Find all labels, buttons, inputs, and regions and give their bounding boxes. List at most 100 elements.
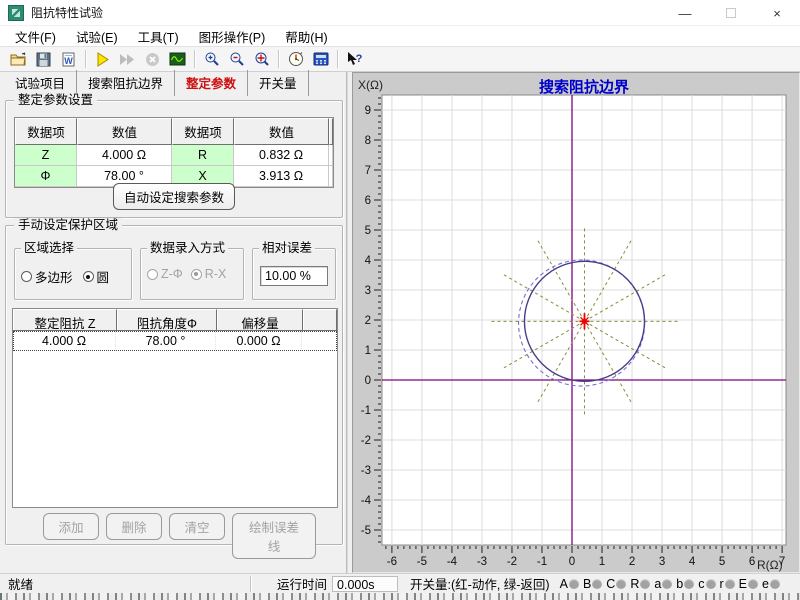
zones-table-body[interactable]: 4.000 Ω 78.00 ° 0.000 Ω: [12, 330, 338, 508]
svg-text:1: 1: [365, 345, 371, 357]
col-header: 数据项: [15, 118, 77, 145]
timer-icon[interactable]: [283, 48, 308, 70]
svg-text:5: 5: [365, 225, 371, 237]
zone-angle: 78.00 °: [116, 331, 216, 351]
open-icon[interactable]: [6, 48, 31, 70]
param-value[interactable]: 4.000 Ω: [77, 145, 172, 166]
add-button[interactable]: 添加: [43, 513, 99, 540]
zoom-reset-icon[interactable]: [249, 48, 274, 70]
param-value[interactable]: 3.913 Ω: [234, 166, 329, 187]
radio-polygon[interactable]: 多边形: [21, 267, 73, 286]
background-window-sliver: [0, 593, 800, 600]
radio-r-x: R-X: [191, 267, 227, 281]
table-row: Z 4.000 Ω R 0.832 Ω: [15, 145, 333, 166]
switch-indicator-a: a: [654, 577, 672, 591]
col-header: 数值: [77, 118, 172, 145]
calculator-icon[interactable]: [308, 48, 333, 70]
col-header: 数值: [234, 118, 329, 145]
tab-switch-values[interactable]: 开关量: [248, 70, 309, 96]
zoom-out-icon[interactable]: [224, 48, 249, 70]
title-bar: 阻抗特性试验 — ×: [0, 0, 800, 26]
app-window: 阻抗特性试验 — × 文件(F) 试验(E) 工具(T) 图形操作(P) 帮助(…: [0, 0, 800, 600]
switch-indicator-A: A: [560, 577, 579, 591]
switch-indicator-b: b: [676, 577, 694, 591]
indicator-dot: [725, 579, 735, 589]
menu-tools[interactable]: 工具(T): [129, 25, 188, 48]
waveform-screen-icon[interactable]: [165, 48, 190, 70]
svg-text:4: 4: [365, 255, 372, 267]
export-word-icon[interactable]: W: [56, 48, 81, 70]
indicator-dot: [616, 579, 626, 589]
radio-polygon-icon[interactable]: [21, 271, 32, 282]
subgroup-title: 区域选择: [21, 241, 77, 255]
svg-text:3: 3: [365, 285, 371, 297]
svg-text:-2: -2: [361, 435, 371, 447]
zoom-in-icon[interactable]: [199, 48, 224, 70]
svg-text:0: 0: [365, 375, 371, 387]
tab-setting-parameters[interactable]: 整定参数: [175, 70, 248, 96]
radio-circle-icon[interactable]: [83, 271, 94, 282]
close-button[interactable]: ×: [754, 0, 800, 26]
switch-indicator-r: r: [720, 577, 735, 591]
maximize-button[interactable]: [708, 0, 754, 26]
switch-legend-label: 开关量:(红-动作, 绿-返回): [398, 574, 558, 593]
menu-graph-ops[interactable]: 图形操作(P): [190, 25, 275, 48]
draw-error-line-button[interactable]: 绘制误差线: [232, 513, 316, 559]
clear-button[interactable]: 清空: [169, 513, 225, 540]
zone-impedance: 4.000 Ω: [13, 331, 116, 351]
subgroup-title: 相对误差: [259, 241, 315, 255]
menu-file[interactable]: 文件(F): [6, 25, 65, 48]
toolbar-separator: [85, 50, 86, 68]
manual-protection-group: 手动设定保护区域 区域选择 多边形 圆 数据录入方式: [5, 225, 343, 545]
status-bar: 就绪 运行时间 0.000s 开关量:(红-动作, 绿-返回) A B C R …: [0, 573, 800, 593]
runtime-value: 0.000s: [332, 576, 398, 592]
svg-text:-1: -1: [361, 405, 371, 417]
impedance-chart-panel: -6-5-4-3-2-101234567-5-4-3-2-10123456789…: [352, 72, 800, 573]
auto-set-search-params-button[interactable]: 自动设定搜索参数: [113, 183, 235, 210]
svg-text:-4: -4: [447, 556, 458, 568]
area-select-group: 区域选择 多边形 圆: [14, 248, 132, 300]
app-icon: [8, 5, 24, 21]
run-test-icon[interactable]: [90, 48, 115, 70]
y-axis-label: X(Ω): [358, 78, 383, 92]
param-name: Φ: [15, 166, 77, 187]
svg-text:?: ?: [356, 53, 363, 65]
switch-indicator-C: C: [606, 577, 626, 591]
delete-button[interactable]: 删除: [106, 513, 162, 540]
indicator-dot: [662, 579, 672, 589]
runtime-label: 运行时间: [251, 574, 332, 593]
switch-indicators: A B C R a b c r E e: [558, 577, 782, 591]
status-ready: 就绪: [0, 574, 250, 593]
radio-r-x-icon: [191, 269, 202, 280]
menu-test[interactable]: 试验(E): [67, 25, 127, 48]
context-help-icon[interactable]: ?: [342, 48, 367, 70]
params-table: 数据项 数值 数据项 数值 Z 4.000 Ω R 0.832 Ω Φ 78.0…: [14, 117, 334, 188]
zone-offset: 0.000 Ω: [216, 331, 302, 351]
table-row-selected[interactable]: 4.000 Ω 78.00 ° 0.000 Ω: [13, 331, 337, 351]
toolbar-separator: [278, 50, 279, 68]
svg-text:8: 8: [365, 135, 371, 147]
setting-params-group: 整定参数设置 数据项 数值 数据项 数值 Z 4.000 Ω R 0.832 Ω: [5, 100, 343, 218]
radio-z-phi: Z-Φ: [147, 267, 183, 281]
panel-divider[interactable]: [346, 72, 348, 573]
menu-help[interactable]: 帮助(H): [276, 25, 336, 48]
param-value[interactable]: 0.832 Ω: [234, 145, 329, 166]
switch-indicator-e: e: [762, 577, 780, 591]
svg-text:9: 9: [365, 105, 371, 117]
svg-text:3: 3: [659, 556, 665, 568]
toolbar-separator: [337, 50, 338, 68]
indicator-dot: [770, 579, 780, 589]
impedance-plane-plot[interactable]: -6-5-4-3-2-101234567-5-4-3-2-10123456789: [353, 73, 799, 572]
svg-text:2: 2: [365, 315, 371, 327]
indicator-dot: [684, 579, 694, 589]
relative-error-input[interactable]: 10.00 %: [260, 266, 328, 286]
svg-text:6: 6: [749, 556, 755, 568]
entry-mode-group: 数据录入方式 Z-Φ R-X: [140, 248, 244, 300]
minimize-button[interactable]: —: [662, 0, 708, 26]
radio-circle[interactable]: 圆: [83, 267, 110, 286]
switch-indicator-B: B: [583, 577, 602, 591]
fast-forward-icon[interactable]: [115, 48, 140, 70]
stop-icon[interactable]: [140, 48, 165, 70]
svg-text:-5: -5: [361, 525, 371, 537]
save-icon[interactable]: [31, 48, 56, 70]
